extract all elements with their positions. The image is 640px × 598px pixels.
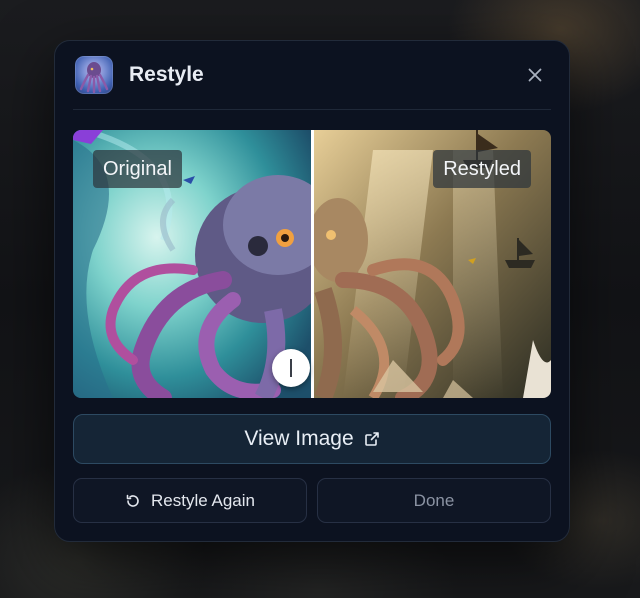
header-divider bbox=[73, 109, 551, 110]
external-link-icon bbox=[364, 432, 379, 446]
restyled-label: Restyled bbox=[433, 150, 531, 188]
rotate-ccw-icon bbox=[126, 494, 139, 507]
view-image-button[interactable]: View Image bbox=[73, 414, 551, 464]
restyle-again-label: Restyle Again bbox=[151, 490, 255, 510]
original-label: Original bbox=[93, 150, 182, 188]
split-handle[interactable] bbox=[272, 349, 310, 387]
close-icon bbox=[528, 68, 542, 82]
done-label: Done bbox=[413, 490, 455, 510]
split-handle-icon bbox=[290, 359, 292, 377]
image-compare-slider[interactable]: Original Restyled bbox=[73, 130, 551, 398]
split-divider[interactable] bbox=[311, 130, 314, 398]
done-button[interactable]: Done bbox=[317, 478, 551, 523]
restyle-again-button[interactable]: Restyle Again bbox=[73, 478, 307, 523]
close-button[interactable] bbox=[523, 63, 547, 87]
dialog-title: Restyle bbox=[129, 63, 204, 86]
view-image-label: View Image bbox=[244, 427, 354, 450]
restyle-dialog: Restyle Original Restyled View Image Res… bbox=[54, 40, 570, 542]
app-icon bbox=[75, 56, 113, 94]
